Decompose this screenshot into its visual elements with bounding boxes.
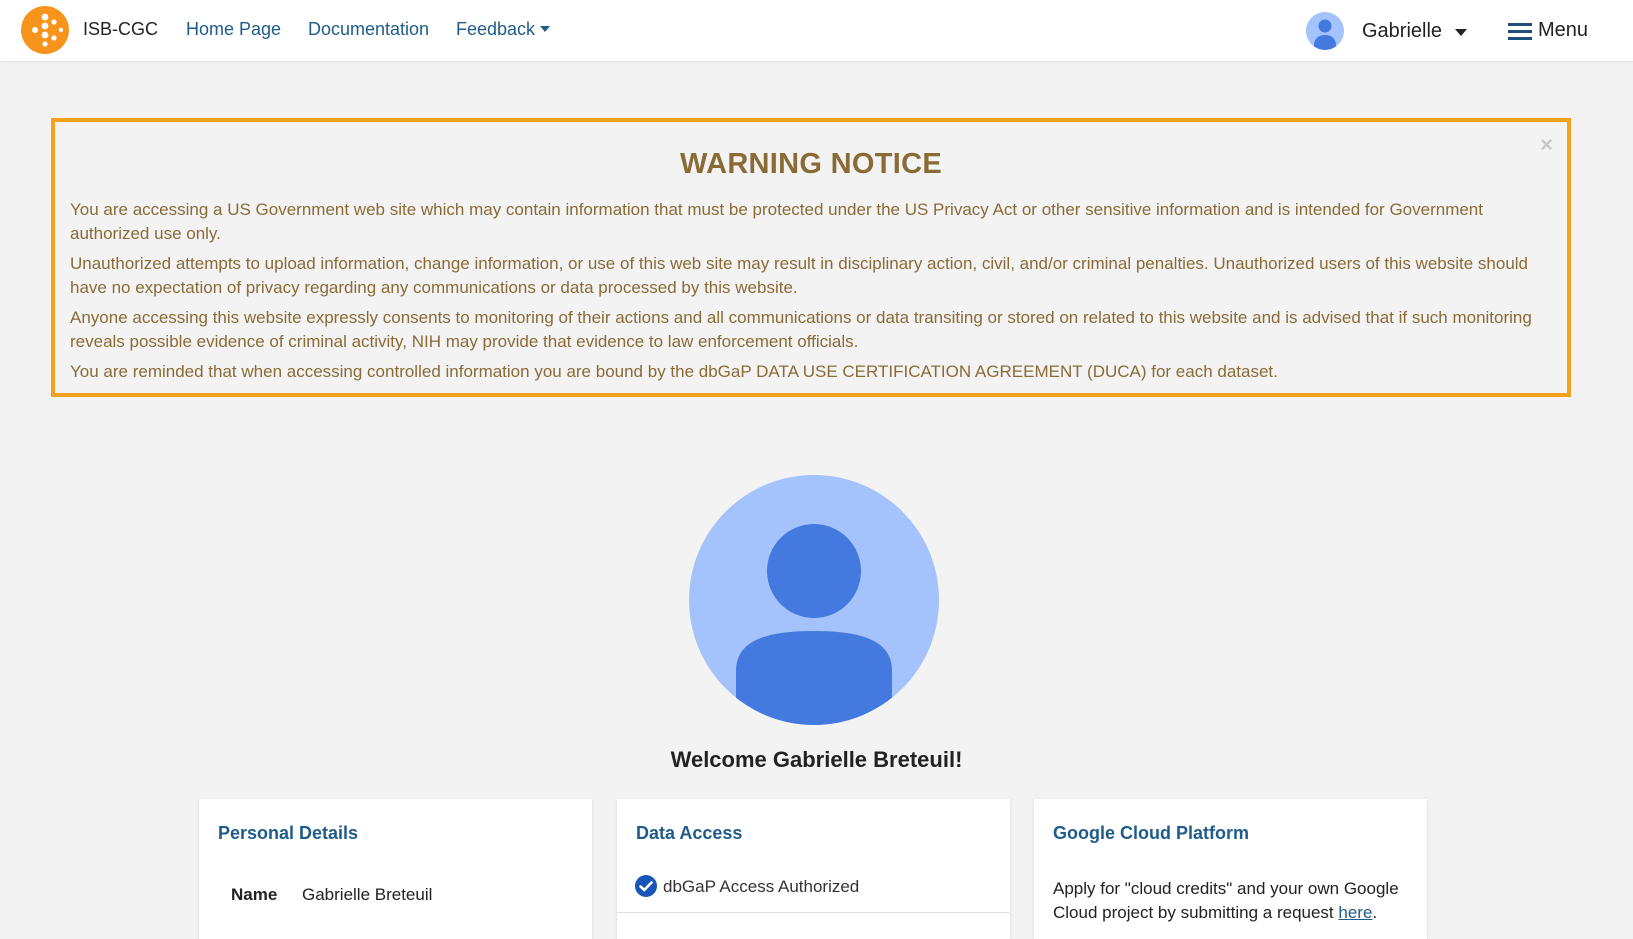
google-cloud-description: Apply for "cloud credits" and your own G… [1053,877,1418,925]
name-label: Name [231,885,278,904]
user-avatar-icon[interactable] [1306,12,1344,50]
google-cloud-suffix: . [1372,903,1378,922]
menu-icon [1508,23,1532,41]
cloud-credits-request-link[interactable]: here [1338,903,1372,922]
data-access-card: Data Access dbGaP Access Authorized [617,799,1010,939]
warning-paragraph: Anyone accessing this website expressly … [70,308,1532,351]
warning-title: WARNING NOTICE [680,148,942,180]
google-cloud-card: Google Cloud Platform Apply for "cloud c… [1034,799,1427,939]
warning-paragraph: You are reminded that when accessing con… [70,362,1278,381]
profile-avatar [689,475,939,725]
chevron-down-icon [540,26,551,32]
personal-details-title: Personal Details [218,823,359,843]
nav-home-link[interactable]: Home Page [186,19,281,40]
menu-label: Menu [1538,19,1589,41]
nav-feedback-label: Feedback [456,19,536,39]
nav-feedback-dropdown[interactable]: Feedback [456,19,551,40]
warning-notice: × WARNING NOTICE You are accessing a US … [51,118,1571,397]
isb-cgc-logo[interactable] [21,6,69,54]
dbgap-access-status: dbGaP Access Authorized [663,877,860,896]
personal-details-card: Personal Details Name Gabrielle Breteuil [199,799,592,939]
nav-documentation-link[interactable]: Documentation [308,19,429,40]
name-value: Gabrielle Breteuil [302,885,433,904]
google-cloud-title: Google Cloud Platform [1053,823,1249,843]
warning-body: You are accessing a US Government web si… [70,198,1540,390]
top-navbar: ISB-CGC Home Page Documentation Feedback… [0,0,1633,62]
user-menu-name[interactable]: Gabrielle [1362,20,1442,43]
user-menu-chevron-down-icon[interactable] [1455,29,1467,36]
check-circle-icon [635,875,657,897]
data-access-title: Data Access [636,823,743,843]
card-divider [617,912,1010,913]
brand-name[interactable]: ISB-CGC [83,19,158,40]
warning-paragraph: You are accessing a US Government web si… [70,200,1483,243]
welcome-heading: Welcome Gabrielle Breteuil! [670,747,963,772]
warning-paragraph: Unauthorized attempts to upload informat… [70,254,1529,297]
